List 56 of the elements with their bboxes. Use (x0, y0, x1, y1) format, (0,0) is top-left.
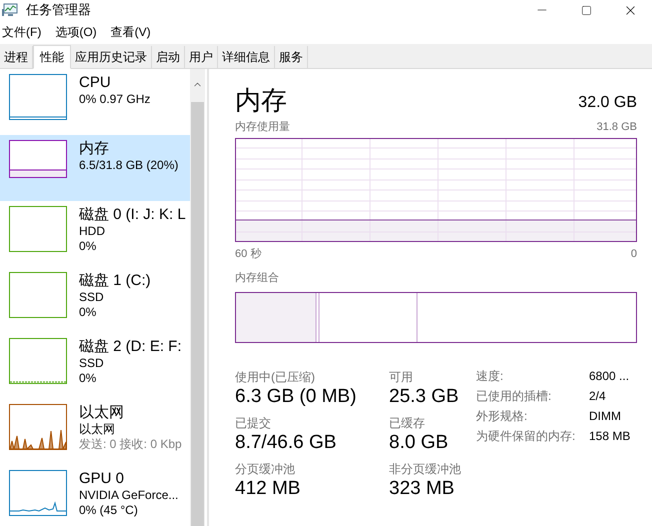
axis-label: 0 (630, 246, 637, 262)
menu-item[interactable]: 选项(O) (55, 23, 97, 41)
item-detail: 0% (79, 305, 98, 320)
scrollbar[interactable] (190, 69, 205, 526)
chart-label: 内存使用量 (235, 120, 290, 135)
item-detail: NVIDIA GeForce... (79, 488, 178, 503)
stat-label: 已提交 (235, 414, 272, 430)
property-value: 6800 ... (589, 368, 630, 384)
scrollbar-thumb[interactable] (191, 102, 204, 526)
menu-item[interactable]: 文件(F) (2, 23, 42, 41)
stat-value: 323 MB (389, 476, 456, 500)
stat-label: 已缓存 (389, 414, 426, 430)
item-detail: 0% (79, 239, 98, 254)
item-detail: SSD (79, 290, 105, 305)
item-title: CPU (79, 73, 112, 92)
stat-value: 8.0 GB (389, 430, 450, 454)
item-detail: 0% (45 °C) (79, 503, 139, 518)
item-title: 磁盘 0 (I: J: K: L (79, 205, 186, 224)
stat-value: 6.3 GB (0 MB) (235, 384, 358, 408)
property-label: 外形规格: (476, 408, 528, 424)
item-detail: 6.5/31.8 GB (20%) (79, 158, 178, 173)
item-title: 磁盘 1 (C:) (79, 271, 151, 290)
stat-value: 8.7/46.6 GB (235, 430, 338, 454)
property-value: 2/4 (589, 388, 607, 404)
item-detail: 0% (79, 371, 98, 386)
item-title: 磁盘 2 (D: E: F: (79, 337, 182, 356)
property-value: 158 MB (589, 428, 632, 444)
section-title: 内存 (235, 85, 287, 115)
chart-label: 内存组合 (235, 271, 280, 286)
item-detail: SSD (79, 356, 105, 371)
item-detail: 发送: 0 接收: 0 Kbp (79, 437, 182, 452)
chart-max: 31.8 GB (596, 120, 637, 135)
stat-value: 412 MB (235, 476, 302, 500)
stat-label: 非分页缓冲池 (389, 460, 462, 476)
item-detail: HDD (79, 224, 106, 239)
sidebar-item[interactable]: 内存 6.5/31.8 GB (20%) (0, 135, 190, 201)
stat-label: 使用中(已压缩) (235, 368, 316, 384)
stat-label: 分页缓冲池 (235, 460, 296, 476)
menu-item[interactable]: 查看(V) (110, 23, 151, 41)
property-label: 已使用的插槽: (476, 388, 552, 404)
item-title: GPU 0 (79, 469, 126, 488)
monitor-chart-icon (2, 3, 18, 17)
stat-label: 可用 (389, 368, 414, 384)
tab[interactable]: 性能 (33, 45, 71, 69)
item-detail: 以太网 (79, 422, 116, 437)
property-value: DIMM (589, 408, 622, 424)
axis-label: 60 秒 (235, 246, 262, 262)
stat-value: 25.3 GB (389, 384, 460, 408)
item-detail: 0% 0.97 GHz (79, 92, 150, 107)
item-title: 内存 (79, 139, 110, 158)
property-label: 速度: (476, 368, 504, 384)
window-title: 任务管理器 (26, 1, 91, 20)
maximize-icon[interactable] (580, 4, 592, 16)
item-title: 以太网 (79, 403, 125, 422)
total-memory: 32.0 GB (578, 93, 637, 113)
property-label: 为硬件保留的内存: (476, 428, 576, 444)
